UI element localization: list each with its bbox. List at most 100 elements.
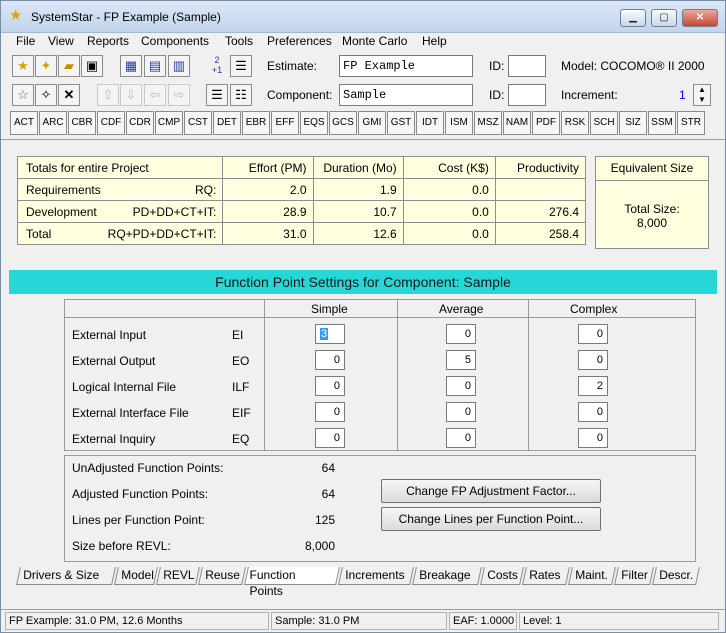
- driver-button-siz[interactable]: SIZ: [619, 111, 647, 135]
- fp-input-eq-simple[interactable]: 0: [315, 428, 345, 448]
- move-left-icon[interactable]: ⇦: [144, 84, 166, 106]
- driver-button-pdf[interactable]: PDF: [532, 111, 560, 135]
- status-component: Sample: 31.0 PM: [271, 612, 447, 630]
- list-view-icon[interactable]: ▤: [144, 55, 166, 77]
- menu-components[interactable]: Components: [141, 34, 209, 48]
- move-right-icon[interactable]: ⇨: [168, 84, 190, 106]
- model-label: Model: COCOMO® II 2000: [561, 59, 705, 73]
- save-disk-icon[interactable]: ▣: [81, 55, 103, 77]
- tab-breakage[interactable]: Breakage: [412, 567, 482, 585]
- menu-tools[interactable]: Tools: [225, 34, 253, 48]
- fp-summary-label: UnAdjusted Function Points:: [72, 461, 224, 475]
- driver-button-cdf[interactable]: CDF: [97, 111, 125, 135]
- tab-function-points[interactable]: Function Points: [244, 567, 340, 598]
- driver-button-ism[interactable]: ISM: [445, 111, 473, 135]
- driver-button-ssm[interactable]: SSM: [648, 111, 676, 135]
- menu-file[interactable]: File: [16, 34, 35, 48]
- fp-input-eif-average[interactable]: 0: [446, 402, 476, 422]
- driver-button-act[interactable]: ACT: [10, 111, 38, 135]
- menu-preferences[interactable]: Preferences: [267, 34, 332, 48]
- driver-button-cdr[interactable]: CDR: [126, 111, 154, 135]
- driver-button-eff[interactable]: EFF: [271, 111, 299, 135]
- driver-button-cmp[interactable]: CMP: [155, 111, 183, 135]
- increment-spinner[interactable]: ▲ ▼: [693, 84, 711, 106]
- fp-input-eq-complex[interactable]: 0: [578, 428, 608, 448]
- fp-input-ei-complex[interactable]: 0: [578, 324, 608, 344]
- estimate-input[interactable]: FP Example: [339, 55, 473, 77]
- driver-button-sch[interactable]: SCH: [590, 111, 618, 135]
- fp-input-eif-simple[interactable]: 0: [315, 402, 345, 422]
- fp-input-eif-complex[interactable]: 0: [578, 402, 608, 422]
- fp-input-value: 0: [596, 354, 603, 366]
- tab-maint[interactable]: Maint.: [568, 567, 616, 585]
- fp-input-eq-average[interactable]: 0: [446, 428, 476, 448]
- tab-increments[interactable]: Increments: [338, 567, 414, 585]
- estimate-id-input[interactable]: [508, 55, 546, 77]
- new-star-icon[interactable]: ★: [12, 55, 34, 77]
- fp-input-value: 5: [464, 354, 471, 366]
- component-report-icon[interactable]: ☰: [206, 84, 228, 106]
- driver-button-gst[interactable]: GST: [387, 111, 415, 135]
- equivalent-size-title: Equivalent Size: [596, 157, 708, 181]
- totals-cell-productivity: [494, 178, 587, 201]
- table-view-icon[interactable]: ▦: [120, 55, 142, 77]
- component-input[interactable]: Sample: [339, 84, 473, 106]
- delete-icon[interactable]: ✕: [58, 84, 80, 106]
- new-component-icon[interactable]: ✦: [35, 55, 57, 77]
- change-lines-per-fp-button[interactable]: Change Lines per Function Point...: [381, 507, 601, 531]
- detail-report-icon[interactable]: ☷: [230, 84, 252, 106]
- estimate-label: Estimate:: [267, 59, 318, 73]
- star-outline-icon[interactable]: ☆: [12, 84, 34, 106]
- minimize-button[interactable]: ▁: [620, 9, 646, 27]
- driver-button-det[interactable]: DET: [213, 111, 241, 135]
- add-subcomponent-icon[interactable]: ✧: [35, 84, 57, 106]
- change-fp-adjustment-button[interactable]: Change FP Adjustment Factor...: [381, 479, 601, 503]
- menu-help[interactable]: Help: [422, 34, 447, 48]
- project-totals-table: Totals for entire Project Effort (PM) Du…: [16, 156, 587, 245]
- tab-descr[interactable]: Descr.: [652, 567, 700, 585]
- move-down-icon[interactable]: ⇩: [120, 84, 142, 106]
- driver-button-cbr[interactable]: CBR: [68, 111, 96, 135]
- tab-reuse[interactable]: Reuse: [198, 567, 246, 585]
- chart-view-icon[interactable]: ▥: [168, 55, 190, 77]
- driver-button-gmi[interactable]: GMI: [358, 111, 386, 135]
- tab-revl[interactable]: REVL: [156, 567, 200, 585]
- tab-rates[interactable]: Rates: [522, 567, 570, 585]
- driver-button-eqs[interactable]: EQS: [300, 111, 328, 135]
- driver-button-rsk[interactable]: RSK: [561, 111, 589, 135]
- fp-input-ilf-average[interactable]: 0: [446, 376, 476, 396]
- menu-monte-carlo[interactable]: Monte Carlo: [342, 34, 407, 48]
- tab-drivers-size[interactable]: Drivers & Size: [16, 567, 116, 585]
- driver-button-cst[interactable]: CST: [184, 111, 212, 135]
- fp-input-eo-simple[interactable]: 0: [315, 350, 345, 370]
- driver-button-msz[interactable]: MSZ: [474, 111, 502, 135]
- driver-button-idt[interactable]: IDT: [416, 111, 444, 135]
- fp-input-value: 2: [596, 380, 603, 392]
- report-icon[interactable]: ☰: [230, 55, 252, 77]
- driver-button-gcs[interactable]: GCS: [329, 111, 357, 135]
- component-id-input[interactable]: [508, 84, 546, 106]
- increment-icon[interactable]: 2 +1: [206, 55, 228, 77]
- fp-input-eo-complex[interactable]: 0: [578, 350, 608, 370]
- fp-input-ei-simple[interactable]: 3: [315, 324, 345, 344]
- maximize-button[interactable]: ▢: [651, 9, 677, 27]
- fp-input-ilf-simple[interactable]: 0: [315, 376, 345, 396]
- fp-input-eo-average[interactable]: 5: [446, 350, 476, 370]
- driver-button-nam[interactable]: NAM: [503, 111, 531, 135]
- menu-view[interactable]: View: [48, 34, 74, 48]
- driver-button-arc[interactable]: ARC: [39, 111, 67, 135]
- tab-filter[interactable]: Filter: [614, 567, 654, 585]
- move-up-icon[interactable]: ⇧: [97, 84, 119, 106]
- tab-model[interactable]: Model: [114, 567, 158, 585]
- open-folder-icon[interactable]: ▰: [58, 55, 80, 77]
- status-level: Level: 1: [519, 612, 719, 630]
- menu-reports[interactable]: Reports: [87, 34, 129, 48]
- driver-button-ebr[interactable]: EBR: [242, 111, 270, 135]
- close-button[interactable]: ✕: [682, 9, 718, 27]
- fp-row-name: Logical Internal File: [72, 380, 177, 394]
- driver-button-str[interactable]: STR: [677, 111, 705, 135]
- fp-input-ei-average[interactable]: 0: [446, 324, 476, 344]
- tab-label: Drivers & Size: [23, 568, 100, 582]
- tab-costs[interactable]: Costs: [480, 567, 524, 585]
- fp-input-ilf-complex[interactable]: 2: [578, 376, 608, 396]
